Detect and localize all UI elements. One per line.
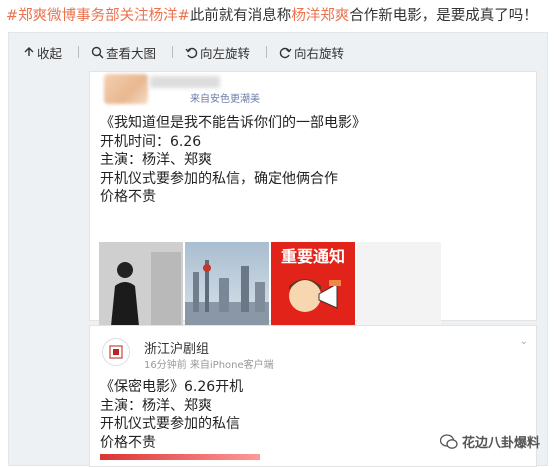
watermark: 花边八卦爆料 — [440, 432, 540, 451]
photo-man-in-suit[interactable] — [99, 242, 183, 326]
photo-city-skyline[interactable] — [185, 242, 269, 326]
headline-text-2: 合作新电影，是要成真了吗！ — [349, 8, 538, 24]
collapse-icon — [24, 47, 34, 56]
post-line: 主演：杨洋、郑爽 — [100, 152, 212, 168]
post-line: 价格不贵 — [100, 434, 156, 451]
rotate-left-icon — [185, 47, 198, 58]
view-large-label: 查看大图 — [106, 45, 157, 61]
watermark-text: 花边八卦爆料 — [462, 436, 541, 451]
headline: #郑爽微博事务部关注杨洋#此前就有消息称杨洋郑爽合作新电影，是要成真了吗！ — [6, 6, 538, 26]
blank-image[interactable] — [357, 242, 441, 326]
image-viewer-panel: 收起 查看大图 向左旋转 向右旋转 来自安色更潮美 《我知道但是我不能告诉你们的… — [8, 32, 548, 467]
names-link[interactable]: 杨洋郑爽 — [291, 8, 349, 24]
post-line: 价格不贵 — [100, 189, 156, 205]
divider — [266, 46, 268, 58]
post-images: 重要通知 — [99, 242, 443, 326]
post-line: 《保密电影》6.26开机 — [100, 379, 244, 395]
divider — [172, 46, 174, 58]
post-line: 主演：杨洋、郑爽 — [100, 397, 212, 414]
post-line: 开机时间：6.26 — [100, 133, 202, 150]
avatar[interactable] — [102, 338, 130, 366]
image-toolbar: 收起 查看大图 向左旋转 向右旋转 — [9, 33, 360, 71]
divider — [78, 46, 80, 58]
headline-text: 此前就有消息称 — [189, 8, 292, 24]
post-line: 《我知道但是我不能告诉你们的一部电影》 — [100, 115, 366, 131]
notice-text: 重要通知 — [281, 247, 345, 266]
rotate-left-button[interactable]: 向左旋转 — [185, 43, 250, 62]
post-body: 《我知道但是我不能告诉你们的一部电影》 开机时间：6.26 主演：杨洋、郑爽 开… — [100, 114, 366, 207]
post-meta: 16分钟前 来自iPhone客户端 — [144, 360, 274, 371]
post-source: 来自安色更潮美 — [190, 94, 260, 105]
search-icon — [91, 46, 104, 58]
notice-image[interactable]: 重要通知 — [271, 242, 355, 326]
post-line: 开机仪式要参加的私信 — [100, 416, 240, 432]
image-bottom-edge — [100, 454, 260, 460]
rotate-right-icon — [279, 47, 292, 58]
chevron-down-icon[interactable]: ⌄ — [520, 336, 528, 347]
post-line: 开机仪式要参加的私信，确定他俩合作 — [100, 170, 338, 187]
blurred-avatar — [104, 74, 148, 104]
hashtag-link[interactable]: #郑爽微博事务部关注杨洋# — [6, 8, 190, 24]
weibo-post-1: 来自安色更潮美 《我知道但是我不能告诉你们的一部电影》 开机时间：6.26 主演… — [89, 71, 537, 357]
post-body: 《保密电影》6.26开机 主演：杨洋、郑爽 开机仪式要参加的私信 价格不贵 — [100, 378, 243, 452]
collapse-button[interactable]: 收起 — [23, 43, 62, 62]
view-large-button[interactable]: 查看大图 — [91, 43, 156, 62]
wechat-icon — [440, 433, 458, 449]
rotate-right-button[interactable]: 向右旋转 — [279, 43, 344, 62]
post-author[interactable]: 浙江沪剧组 — [144, 338, 209, 357]
collapse-label: 收起 — [37, 45, 63, 61]
rotate-right-label: 向右旋转 — [294, 45, 345, 61]
rotate-left-label: 向左旋转 — [200, 45, 251, 61]
blurred-username — [150, 76, 220, 88]
